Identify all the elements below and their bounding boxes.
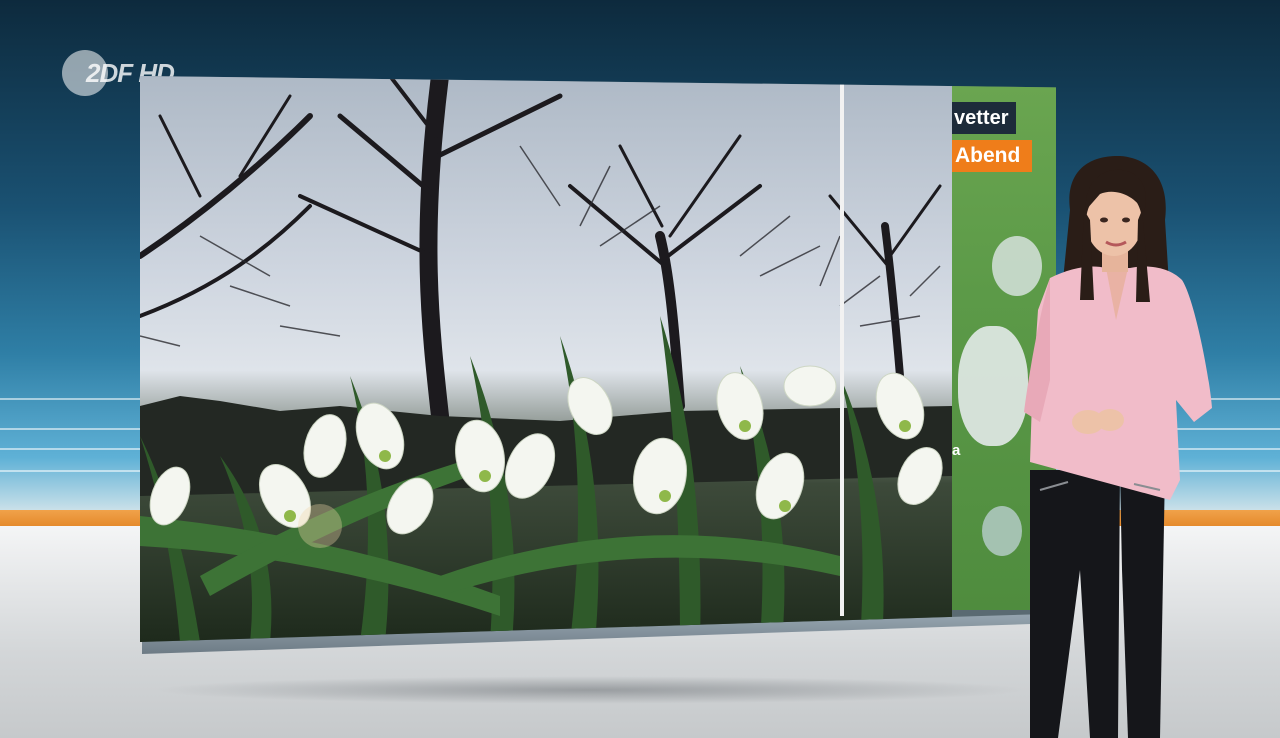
- map-city-label: a: [952, 442, 961, 459]
- video-wall: vetter Abend a: [140, 76, 1056, 642]
- weather-title-label: vetter: [952, 102, 1017, 134]
- floor-shadow: [150, 676, 1030, 704]
- snowdrops-photo: [140, 76, 952, 642]
- video-wall-divider: [840, 76, 844, 616]
- weather-presenter: [1024, 155, 1212, 738]
- snowdrops-photo-drawing: [140, 76, 952, 642]
